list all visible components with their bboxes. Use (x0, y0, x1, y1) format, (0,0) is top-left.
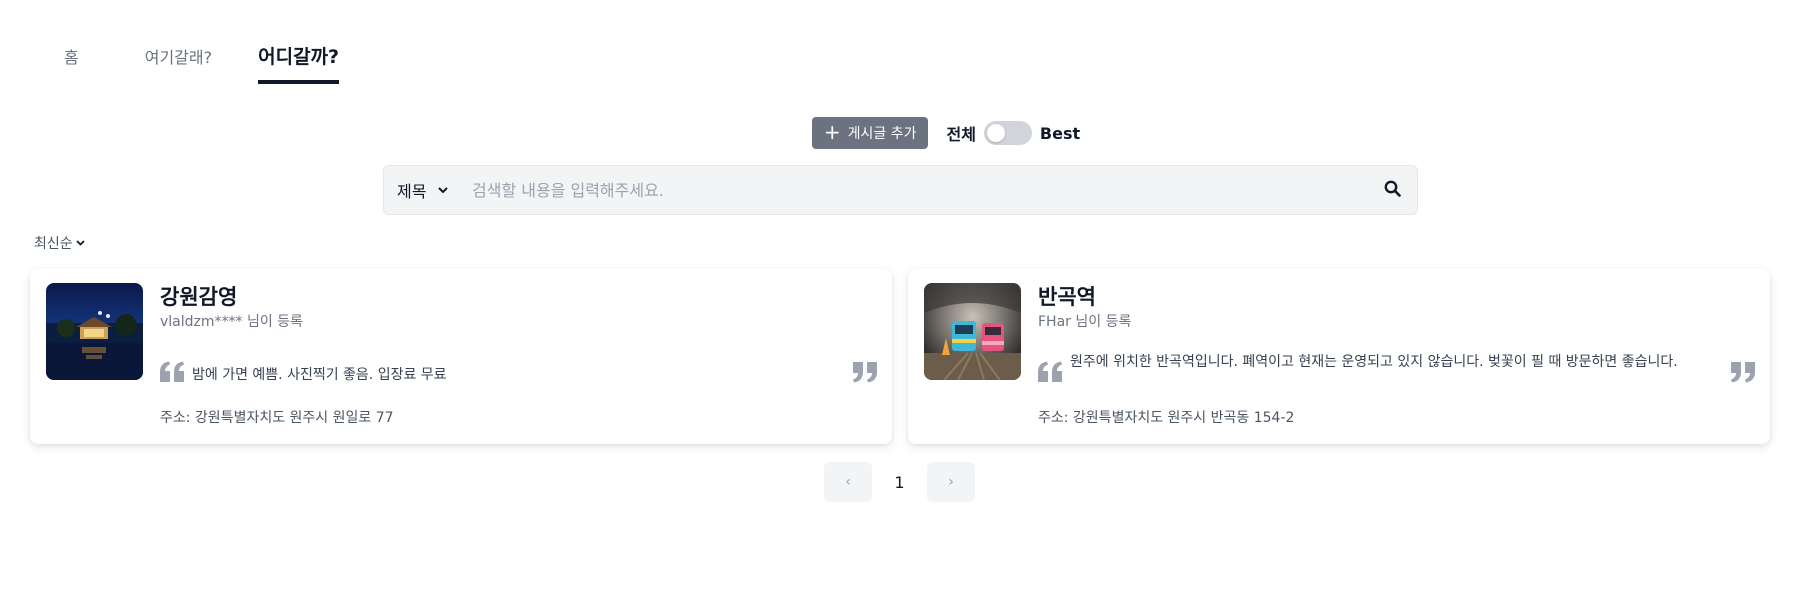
chevron-down-icon (438, 184, 449, 197)
place-address: 주소: 강원특별자치도 원주시 원일로 77 (160, 410, 394, 426)
add-post-button[interactable]: + 게시글 추가 (811, 117, 929, 149)
place-title: 강원감영 (160, 285, 238, 309)
add-post-label: 게시글 추가 (847, 126, 917, 142)
toggle-label-all: 전체 (946, 125, 976, 144)
search-icon (1384, 180, 1401, 201)
chevron-left-icon: ‹ (845, 474, 851, 490)
plus-icon: + (823, 120, 841, 144)
toolbar: + 게시글 추가 전체 Best (0, 117, 1802, 149)
place-thumbnail (46, 283, 143, 380)
place-title: 반곡역 (1038, 285, 1096, 309)
prev-page-button[interactable]: ‹ (824, 462, 872, 502)
toggle-knob (986, 124, 1005, 142)
tab-where-to-go[interactable]: 어디갈까? (258, 30, 339, 84)
quote-open-icon (159, 361, 185, 387)
search-bar: 제목 (383, 165, 1418, 215)
chevron-down-icon (76, 238, 85, 249)
place-description: 원주에 위치한 반곡역입니다. 폐역이고 현재는 운영되고 있지 않습니다. 벚… (1070, 354, 1678, 370)
quote-close-icon (852, 361, 878, 387)
tab-home[interactable]: 홈 (48, 30, 79, 84)
place-thumbnail (924, 283, 1021, 380)
quote-close-icon (1730, 361, 1756, 387)
best-toggle-switch[interactable] (983, 121, 1032, 145)
search-field-selected: 제목 (397, 182, 427, 201)
place-card[interactable]: 반곡역 FHar 님이 등록 원주에 위치한 반곡역입니다. 폐역이고 현재는 … (908, 269, 1770, 444)
place-author: FHar 님이 등록 (1038, 314, 1132, 330)
page: 홈 여기갈래? 어디갈까? + 게시글 추가 전체 Best 제목 검색할 내용… (0, 0, 1802, 596)
quote-open-icon (1037, 361, 1063, 387)
place-address: 주소: 강원특별자치도 원주시 반곡동 154-2 (1038, 410, 1295, 426)
sort-dropdown[interactable]: 최신순 (34, 233, 85, 253)
tab-bar: 홈 여기갈래? 어디갈까? (48, 30, 385, 84)
search-input[interactable] (470, 166, 1367, 214)
best-toggle-group: 전체 Best (946, 121, 1080, 145)
toggle-label-best: Best (1039, 123, 1081, 143)
search-field-select[interactable]: 제목 (384, 178, 470, 202)
page-number-current[interactable]: 1 (872, 473, 927, 492)
next-page-button[interactable]: › (927, 462, 975, 502)
place-card[interactable]: 강원감영 vlaldzm**** 님이 등록 밤에 가면 예쁨. 사진찍기 좋음… (30, 269, 892, 444)
place-description: 밤에 가면 예쁨. 사진찍기 좋음. 입장료 무료 (192, 367, 447, 383)
search-button[interactable] (1367, 166, 1417, 214)
place-author: vlaldzm**** 님이 등록 (160, 314, 303, 330)
pagination: ‹ 1 › (824, 462, 975, 502)
tab-want-to-go[interactable]: 여기갈래? (145, 30, 212, 84)
sort-label: 최신순 (34, 236, 73, 252)
chevron-right-icon: › (948, 474, 954, 490)
